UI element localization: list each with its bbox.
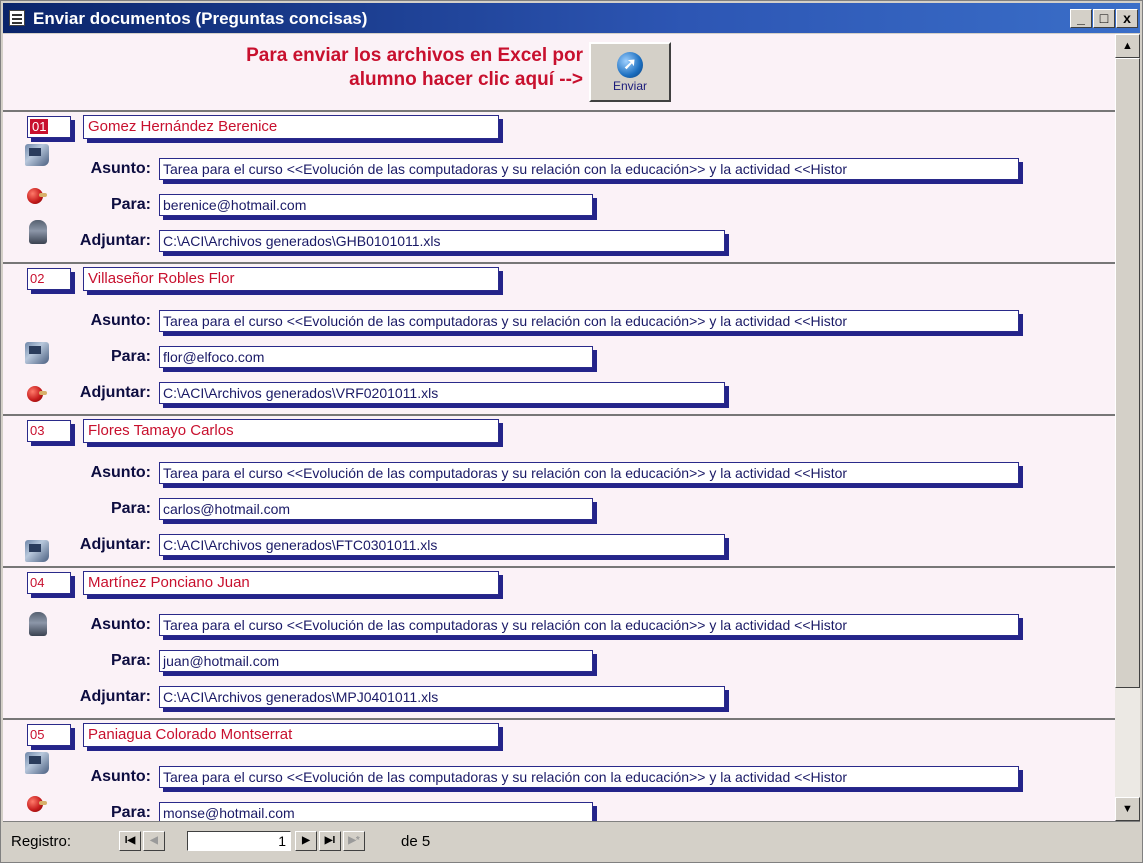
asunto-field[interactable]: Tarea para el curso <<Evolución de las c… bbox=[159, 614, 1019, 636]
record-number[interactable]: 03 bbox=[27, 420, 71, 442]
asunto-field[interactable]: Tarea para el curso <<Evolución de las c… bbox=[159, 310, 1019, 332]
record-number[interactable]: 02 bbox=[27, 268, 71, 290]
asunto-field[interactable]: Tarea para el curso <<Evolución de las c… bbox=[159, 158, 1019, 180]
adjuntar-field[interactable]: C:\ACI\Archivos generados\MPJ0401011.xls bbox=[159, 686, 725, 708]
form-header: Para enviar los archivos en Excel por al… bbox=[3, 34, 1115, 110]
para-field[interactable]: berenice@hotmail.com bbox=[159, 194, 593, 216]
send-arrow-icon: ➚ bbox=[617, 52, 643, 78]
scroll-up-icon[interactable]: ▲ bbox=[1115, 34, 1140, 58]
adjuntar-label: Adjuntar: bbox=[79, 536, 151, 553]
record-number[interactable]: 05 bbox=[27, 724, 71, 746]
para-label: Para: bbox=[110, 652, 151, 669]
student-record: 02 Villaseñor Robles Flor Asunto: Tarea … bbox=[3, 262, 1115, 416]
student-name[interactable]: Paniagua Colorado Montserrat bbox=[83, 723, 499, 747]
student-record: 04 Martínez Ponciano Juan Asunto: Tarea … bbox=[3, 566, 1115, 720]
adjuntar-field[interactable]: C:\ACI\Archivos generados\FTC0301011.xls bbox=[159, 534, 725, 556]
scroll-thumb[interactable] bbox=[1115, 58, 1140, 688]
vertical-scrollbar[interactable]: ▲ ▼ bbox=[1115, 34, 1140, 821]
student-record: 05 Paniagua Colorado Montserrat Asunto: … bbox=[3, 718, 1115, 821]
title-bar[interactable]: Enviar documentos (Preguntas concisas) _… bbox=[3, 3, 1140, 33]
next-record-icon[interactable]: ▶ bbox=[295, 831, 317, 851]
student-record: 01 Gomez Hernández Berenice Asunto: Tare… bbox=[3, 110, 1115, 264]
new-record-icon[interactable]: ▶* bbox=[343, 831, 365, 851]
send-button[interactable]: ➚ Enviar bbox=[589, 42, 671, 102]
current-record-input[interactable]: 1 bbox=[187, 831, 291, 851]
scroll-down-icon[interactable]: ▼ bbox=[1115, 797, 1140, 821]
form-icon bbox=[9, 10, 25, 26]
adjuntar-label: Adjuntar: bbox=[79, 688, 151, 705]
asunto-label: Asunto: bbox=[90, 768, 151, 785]
send-instructions: Para enviar los archivos en Excel por al… bbox=[123, 44, 583, 92]
adjuntar-label: Adjuntar: bbox=[79, 384, 151, 401]
form-body: Para enviar los archivos en Excel por al… bbox=[3, 34, 1115, 821]
asunto-label: Asunto: bbox=[90, 160, 151, 177]
window-title: Enviar documentos (Preguntas concisas) bbox=[33, 9, 368, 28]
para-field[interactable]: monse@hotmail.com bbox=[159, 802, 593, 821]
asunto-field[interactable]: Tarea para el curso <<Evolución de las c… bbox=[159, 766, 1019, 788]
student-record: 03 Flores Tamayo Carlos Asunto: Tarea pa… bbox=[3, 414, 1115, 568]
apple-icon bbox=[27, 796, 47, 812]
apple-icon bbox=[27, 188, 47, 204]
asunto-field[interactable]: Tarea para el curso <<Evolución de las c… bbox=[159, 462, 1019, 484]
first-record-icon[interactable]: I◀ bbox=[119, 831, 141, 851]
close-button[interactable]: x bbox=[1116, 9, 1138, 28]
send-button-label: Enviar bbox=[612, 79, 647, 93]
para-field[interactable]: juan@hotmail.com bbox=[159, 650, 593, 672]
record-number[interactable]: 04 bbox=[27, 572, 71, 594]
asunto-label: Asunto: bbox=[90, 464, 151, 481]
minimize-button[interactable]: _ bbox=[1070, 9, 1092, 28]
student-name[interactable]: Flores Tamayo Carlos bbox=[83, 419, 499, 443]
apple-icon bbox=[27, 386, 47, 402]
para-label: Para: bbox=[110, 196, 151, 213]
record-label: Registro: bbox=[11, 833, 72, 850]
student-name[interactable]: Gomez Hernández Berenice bbox=[83, 115, 499, 139]
para-field[interactable]: carlos@hotmail.com bbox=[159, 498, 593, 520]
para-label: Para: bbox=[110, 348, 151, 365]
record-count: de 5 bbox=[401, 833, 431, 850]
maximize-button[interactable]: □ bbox=[1093, 9, 1115, 28]
app-window: Enviar documentos (Preguntas concisas) _… bbox=[0, 0, 1143, 863]
adjuntar-field[interactable]: C:\ACI\Archivos generados\VRF0201011.xls bbox=[159, 382, 725, 404]
last-record-icon[interactable]: ▶I bbox=[319, 831, 341, 851]
para-label: Para: bbox=[110, 500, 151, 517]
student-name[interactable]: Martínez Ponciano Juan bbox=[83, 571, 499, 595]
para-field[interactable]: flor@elfoco.com bbox=[159, 346, 593, 368]
instruction-line-2: alumno hacer clic aquí --> bbox=[349, 69, 583, 90]
student-name[interactable]: Villaseñor Robles Flor bbox=[83, 267, 499, 291]
para-label: Para: bbox=[110, 804, 151, 821]
asunto-label: Asunto: bbox=[90, 312, 151, 329]
adjuntar-field[interactable]: C:\ACI\Archivos generados\GHB0101011.xls bbox=[159, 230, 725, 252]
previous-record-icon[interactable]: ◀ bbox=[143, 831, 165, 851]
asunto-label: Asunto: bbox=[90, 616, 151, 633]
adjuntar-label: Adjuntar: bbox=[79, 232, 151, 249]
record-navigation-bar: Registro: I◀ ◀ 1 ▶ ▶I ▶* de 5 bbox=[3, 821, 1140, 861]
record-number[interactable]: 01 bbox=[27, 116, 71, 138]
record-number-value: 01 bbox=[30, 119, 49, 134]
instruction-line-1: Para enviar los archivos en Excel por bbox=[246, 45, 583, 66]
